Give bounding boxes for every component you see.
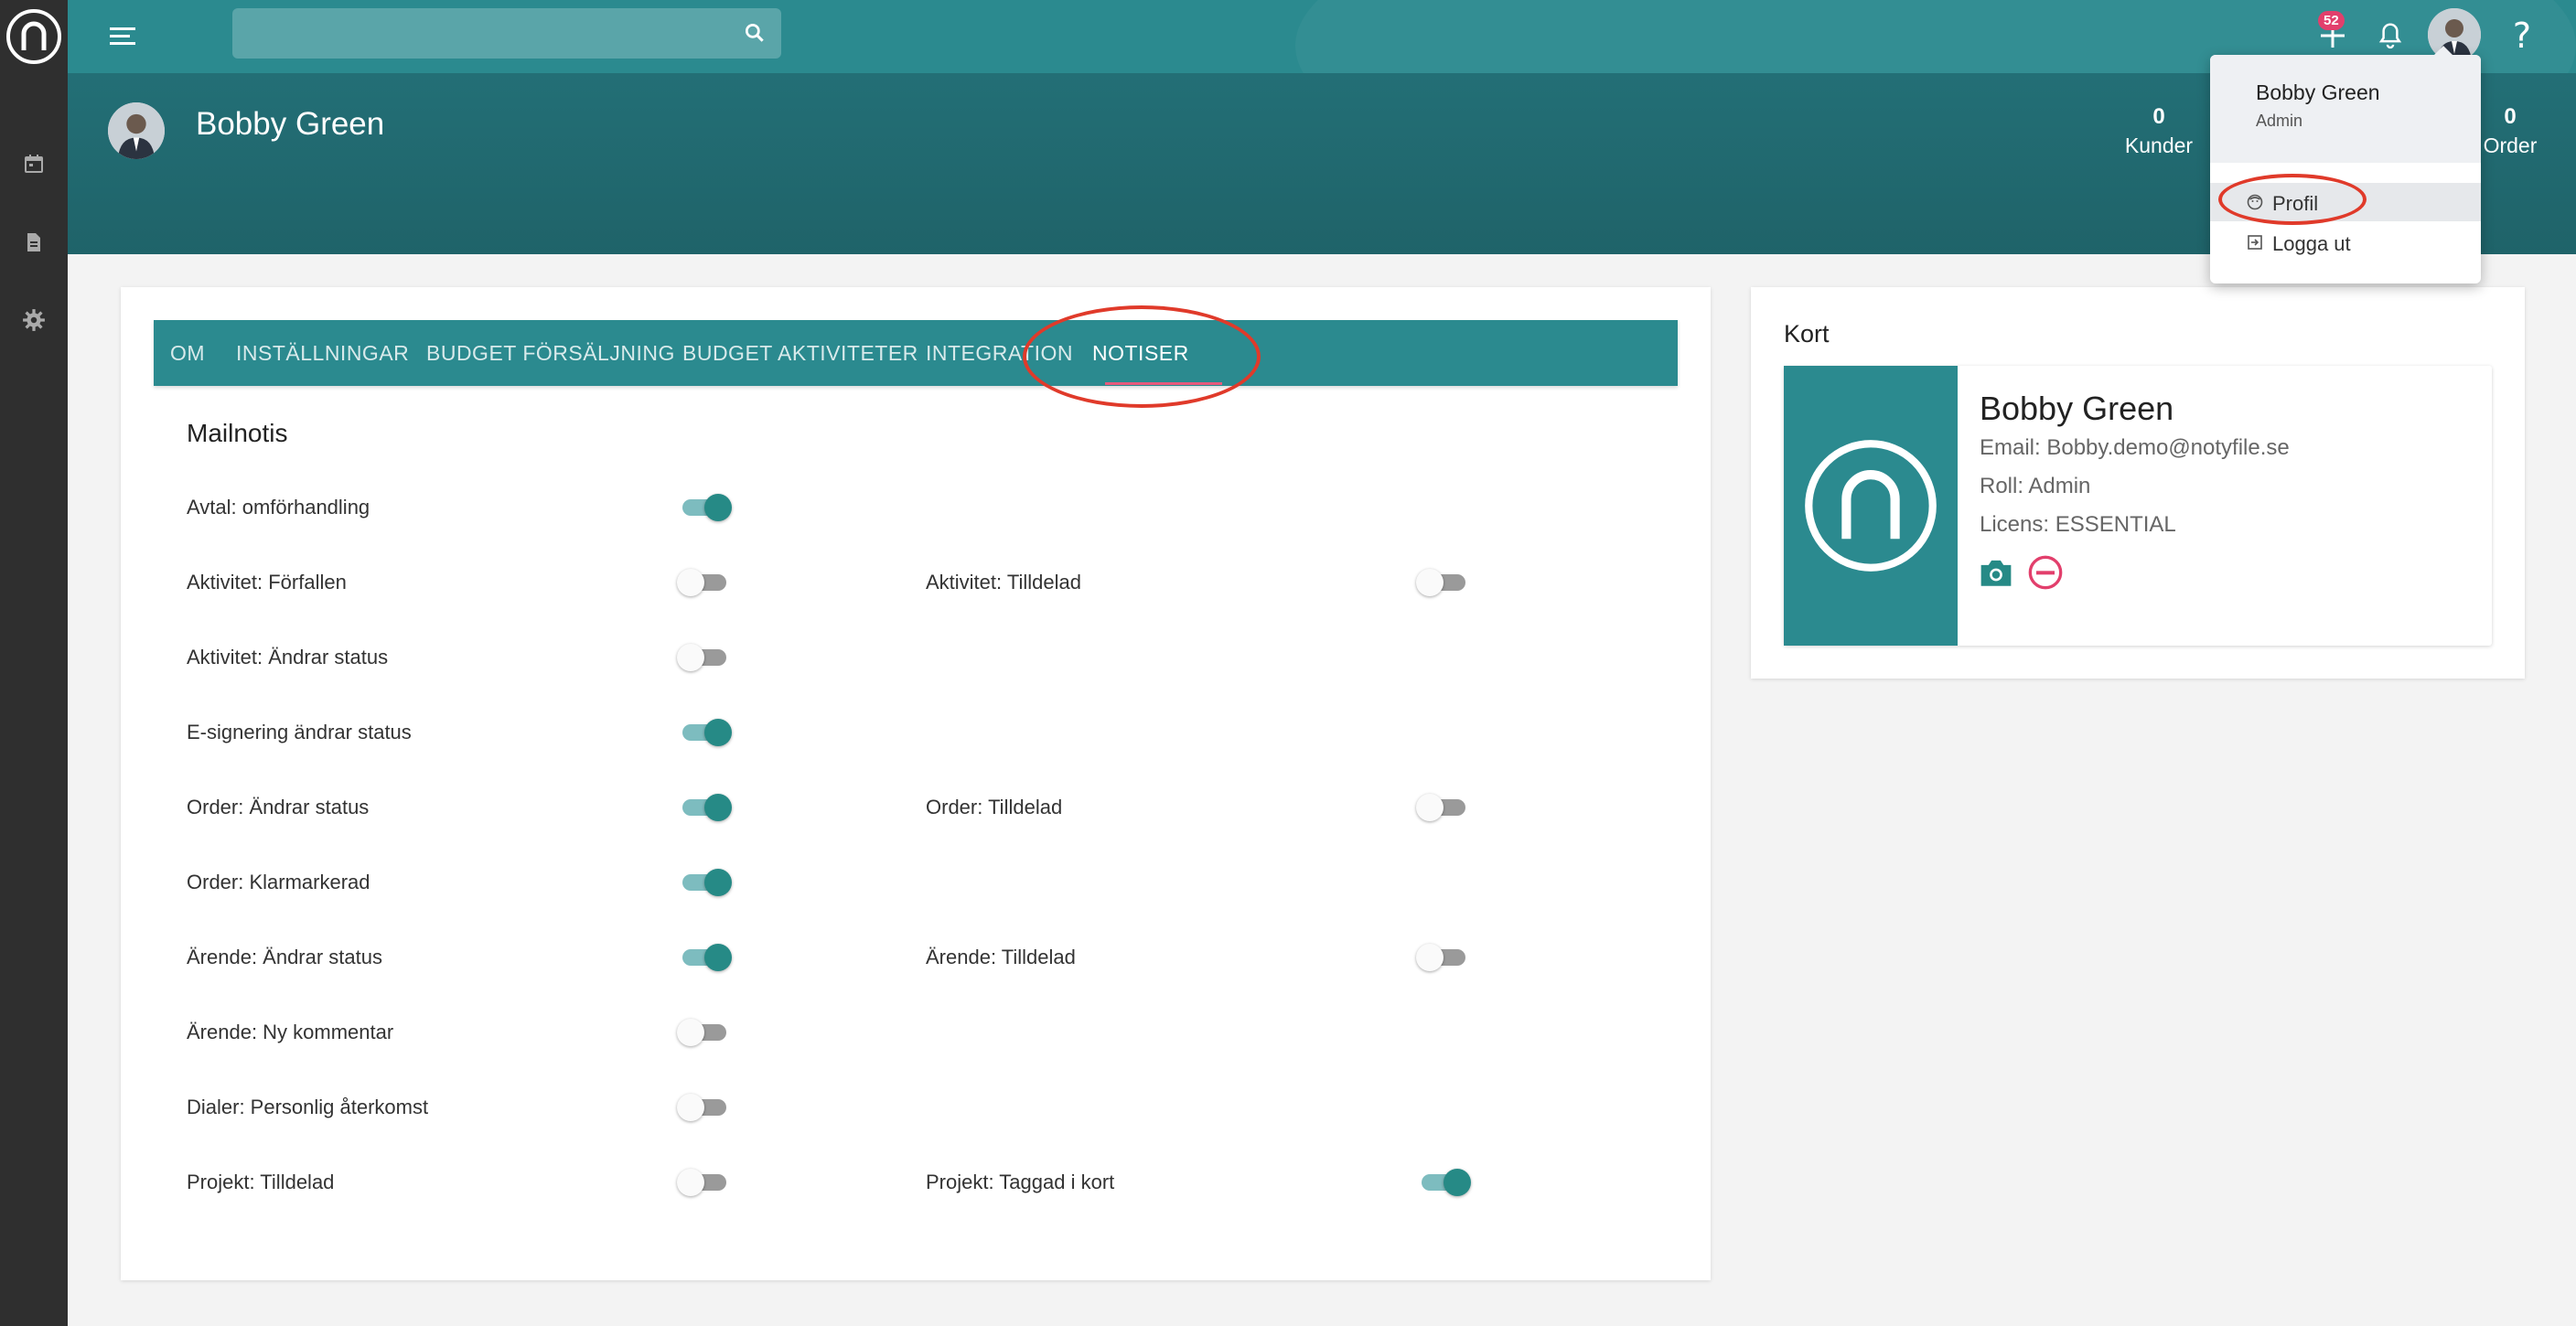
dropdown-user-role: Admin [2256, 112, 2303, 130]
camera-icon[interactable] [1974, 551, 2018, 594]
user-card: Bobby Green Email: Bobby.demo@notyfile.s… [1784, 366, 2492, 646]
setting-toggle[interactable] [677, 863, 732, 900]
setting-toggle[interactable] [677, 638, 732, 675]
top-bar [68, 0, 2576, 73]
kort-card: Kort Bobby Green Email: Bobby.demo@notyf… [1751, 287, 2525, 679]
setting-label: Projekt: Taggad i kort [926, 1171, 1115, 1193]
stat-label: Kunder [2124, 134, 2194, 157]
annotation-ellipse [1023, 305, 1261, 408]
stat-value: 0 [2504, 104, 2517, 129]
tab-budget-forsaljning[interactable]: BUDGET FÖRSÄLJNING [426, 320, 675, 386]
search-bar [232, 8, 781, 59]
card-license: Licens: ESSENTIAL [1980, 512, 2176, 537]
help-icon[interactable]: ? [2499, 13, 2545, 59]
setting-label: Order: Klarmarkerad [187, 871, 370, 893]
toggle-knob [704, 944, 732, 971]
card-name: Bobby Green [1980, 390, 2174, 427]
profile-header [68, 73, 2576, 254]
toggle-knob [677, 1094, 704, 1121]
setting-label: Aktivitet: Förfallen [187, 571, 347, 593]
setting-toggle[interactable] [677, 1013, 732, 1050]
stat-label: Order [2483, 134, 2538, 157]
stat-value: 0 [2152, 104, 2165, 129]
setting-toggle[interactable] [677, 713, 732, 750]
menu-icon[interactable] [106, 20, 139, 53]
document-icon[interactable] [0, 219, 68, 265]
setting-toggle[interactable] [677, 1163, 732, 1200]
setting-label: Aktivitet: Tilldelad [926, 571, 1081, 593]
toggle-knob [1444, 1169, 1471, 1196]
logout-icon [2247, 234, 2263, 251]
user-dropdown: Bobby Green Admin Profil Logga ut [2210, 46, 2481, 283]
notification-badge: 52 [2318, 11, 2345, 30]
setting-label: Order: Ändrar status [187, 796, 370, 818]
dropdown-user-name: Bobby Green [2256, 80, 2380, 104]
setting-label: Ärende: Ändrar status [187, 946, 383, 968]
toggle-knob [677, 569, 704, 596]
setting-label: Avtal: omförhandling [187, 496, 370, 519]
dropdown-header: Bobby Green Admin [2210, 55, 2481, 163]
settings-card: OM INSTÄLLNINGAR BUDGET FÖRSÄLJNING BUDG… [121, 287, 1711, 1280]
setting-toggle[interactable] [677, 563, 732, 600]
setting-toggle[interactable] [1416, 563, 1471, 600]
calendar-icon[interactable] [0, 141, 68, 187]
tab-budget-aktiviteter[interactable]: BUDGET AKTIVITETER [682, 320, 918, 386]
menu-item-label: Logga ut [2272, 232, 2351, 255]
toggle-knob [677, 1169, 704, 1196]
setting-label: Aktivitet: Ändrar status [187, 646, 389, 668]
setting-toggle[interactable] [677, 788, 732, 825]
setting-toggle[interactable] [677, 1088, 732, 1125]
toggle-knob [677, 1019, 704, 1046]
toggle-knob [704, 719, 732, 746]
setting-label: Ärende: Tilldelad [926, 946, 1076, 968]
toggle-knob [704, 494, 732, 521]
setting-label: E-signering ändrar status [187, 721, 412, 743]
toggle-knob [704, 794, 732, 821]
setting-label: Projekt: Tilldelad [187, 1171, 335, 1193]
toggle-knob [1416, 794, 1444, 821]
stat-order[interactable]: 0 Order [2474, 104, 2547, 158]
tab-installningar[interactable]: INSTÄLLNINGAR [236, 320, 409, 386]
setting-label: Ärende: Ny kommentar [187, 1021, 394, 1043]
search-input[interactable] [232, 8, 781, 59]
annotation-ellipse [2218, 174, 2367, 225]
gear-icon[interactable] [0, 297, 68, 343]
card-email: Email: Bobby.demo@notyfile.se [1980, 435, 2290, 460]
toggle-knob [1416, 569, 1444, 596]
setting-label: Order: Tilldelad [926, 796, 1063, 818]
tab-om[interactable]: OM [170, 320, 205, 386]
toggle-knob [704, 869, 732, 896]
setting-toggle[interactable] [1416, 1163, 1471, 1200]
profile-avatar [108, 102, 165, 159]
app-logo[interactable] [0, 0, 68, 73]
card-role: Roll: Admin [1980, 474, 2091, 498]
setting-toggle[interactable] [1416, 788, 1471, 825]
tab-bar: OM INSTÄLLNINGAR BUDGET FÖRSÄLJNING BUDG… [154, 320, 1678, 386]
profile-name: Bobby Green [196, 106, 385, 142]
mailnotis-title: Mailnotis [187, 419, 288, 447]
setting-toggle[interactable] [677, 488, 732, 525]
card-logo [1784, 366, 1958, 646]
stat-kunder[interactable]: 0 Kunder [2122, 104, 2195, 158]
setting-toggle[interactable] [1416, 938, 1471, 975]
left-rail [0, 0, 68, 1326]
kort-title: Kort [1784, 320, 1830, 348]
search-icon[interactable] [743, 21, 767, 45]
bell-icon[interactable] [2367, 13, 2413, 59]
setting-toggle[interactable] [677, 938, 732, 975]
toggle-knob [677, 644, 704, 671]
setting-label: Dialer: Personlig återkomst [187, 1096, 429, 1118]
toggle-knob [1416, 944, 1444, 971]
remove-circle-icon[interactable] [2023, 551, 2067, 594]
menu-item-logga-ut[interactable]: Logga ut [2210, 223, 2481, 262]
